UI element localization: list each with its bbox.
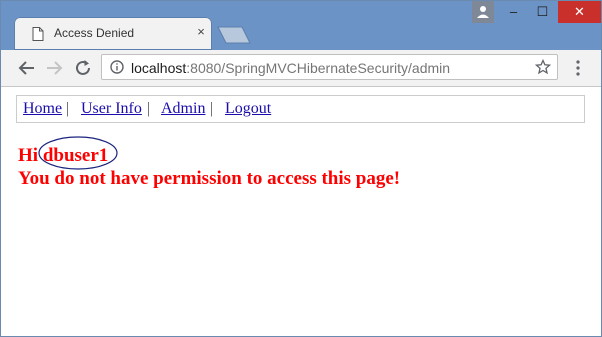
reload-icon[interactable] [72, 57, 94, 79]
maximize-button[interactable]: ☐ [528, 1, 557, 23]
menu-separator: | [147, 100, 151, 117]
menu-separator: | [210, 100, 214, 117]
user-icon [477, 6, 489, 18]
kebab-menu-icon[interactable] [571, 59, 585, 77]
url-text[interactable]: localhost:8080/SpringMVCHibernateSecurit… [131, 60, 450, 76]
menu-link-logout[interactable]: Logout [225, 100, 271, 118]
user-profile-button[interactable] [472, 1, 494, 23]
page-content: Home | User Info | Admin | Logout Hi dbu… [1, 87, 601, 336]
tab-title: Access Denied [54, 26, 135, 40]
annotation-ellipse [38, 136, 118, 170]
back-arrow-icon[interactable] [16, 57, 38, 79]
menu-separator: | [66, 100, 70, 117]
browser-window: Access Denied × – ☐ ✕ localhost:8080/Spr… [0, 0, 602, 337]
address-bar[interactable]: localhost:8080/SpringMVCHibernateSecurit… [101, 54, 558, 80]
browser-tab[interactable]: Access Denied × [14, 17, 212, 50]
tab-close-button[interactable]: × [194, 25, 208, 39]
menu-link-user-info[interactable]: User Info [81, 100, 142, 118]
info-icon[interactable] [110, 60, 124, 74]
document-icon [32, 27, 44, 41]
url-path: :8080/SpringMVCHibernateSecurity/admin [186, 60, 451, 76]
menu-link-home[interactable]: Home [23, 100, 62, 118]
url-host: localhost [131, 60, 187, 76]
browser-toolbar: localhost:8080/SpringMVCHibernateSecurit… [1, 50, 601, 87]
new-tab-button[interactable] [217, 26, 251, 44]
menu-link-admin[interactable]: Admin [161, 100, 205, 118]
access-denied-message: You do not have permission to access thi… [18, 168, 401, 189]
title-bar: Access Denied × – ☐ ✕ [1, 1, 601, 50]
forward-arrow-icon[interactable] [43, 57, 65, 79]
site-menu: Home | User Info | Admin | Logout [16, 95, 585, 123]
star-icon[interactable] [535, 59, 551, 75]
close-window-button[interactable]: ✕ [558, 1, 601, 23]
minimize-button[interactable]: – [499, 1, 528, 23]
